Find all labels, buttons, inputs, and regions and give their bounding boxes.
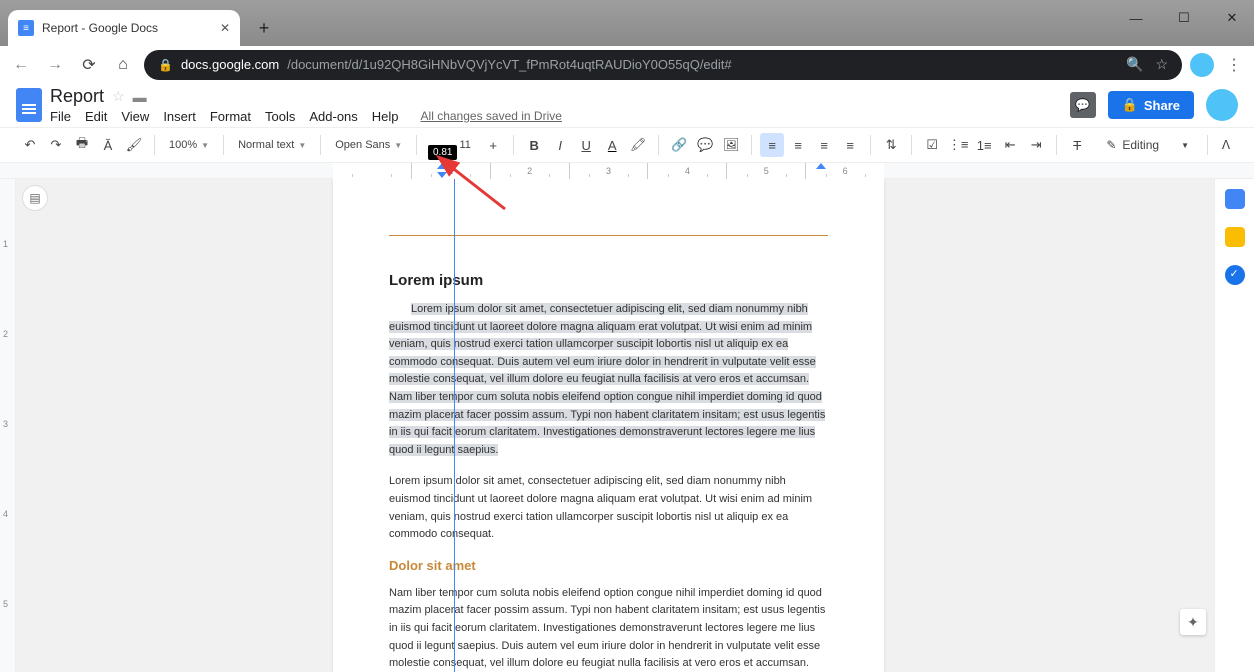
menu-edit[interactable]: Edit <box>85 109 107 124</box>
collapse-toolbar-button[interactable]: ᐱ <box>1216 135 1236 155</box>
numbered-list-button[interactable]: 1≡ <box>972 133 996 157</box>
style-dropdown[interactable]: Normal text▼ <box>232 133 312 157</box>
align-justify-button[interactable]: ≡ <box>838 133 862 157</box>
new-tab-button[interactable]: + <box>250 14 278 42</box>
menu-file[interactable]: File <box>50 109 71 124</box>
decrease-indent-button[interactable]: ⇤ <box>998 133 1022 157</box>
close-tab-icon[interactable]: ✕ <box>220 21 230 35</box>
clear-formatting-button[interactable]: T <box>1065 133 1089 157</box>
paragraph[interactable]: Nam liber tempor cum soluta nobis eleife… <box>389 585 828 672</box>
paint-format-button[interactable]: 🖌 <box>122 133 146 157</box>
profile-avatar[interactable] <box>1190 53 1214 77</box>
docs-logo-icon[interactable] <box>16 88 42 122</box>
side-panel <box>1214 179 1254 672</box>
url-domain: docs.google.com <box>181 57 279 72</box>
tasks-addon-icon[interactable] <box>1225 265 1245 285</box>
heading-1[interactable]: Lorem ipsum <box>389 272 828 289</box>
spellcheck-button[interactable]: Ă <box>96 133 120 157</box>
maximize-button[interactable]: ☐ <box>1170 8 1198 28</box>
line-spacing-button[interactable]: ⇅ <box>879 133 903 157</box>
browser-menu-button[interactable]: ⋮ <box>1222 53 1246 77</box>
horizontal-rule <box>389 235 828 236</box>
explore-button[interactable]: ✦ <box>1180 609 1206 635</box>
calendar-addon-icon[interactable] <box>1225 189 1245 209</box>
comments-button[interactable]: 💬 <box>1070 92 1096 118</box>
italic-button[interactable]: I <box>548 133 572 157</box>
keep-addon-icon[interactable] <box>1225 227 1245 247</box>
indent-tooltip: 0.81 <box>428 145 457 160</box>
align-left-button[interactable]: ≡ <box>760 133 784 157</box>
star-icon[interactable]: ☆ <box>1155 56 1168 73</box>
home-button[interactable]: ⌂ <box>110 52 136 78</box>
star-document-icon[interactable]: ☆ <box>112 88 125 105</box>
print-button[interactable]: 🖶 <box>70 133 94 157</box>
document-canvas[interactable]: Lorem ipsum Lorem ipsum dolor sit amet, … <box>16 179 1214 672</box>
document-title[interactable]: Report <box>50 86 104 107</box>
tab-title: Report - Google Docs <box>42 21 158 35</box>
first-line-indent-marker[interactable] <box>437 163 447 169</box>
checklist-button[interactable]: ☑ <box>920 133 944 157</box>
font-dropdown[interactable]: Open Sans▼ <box>329 133 408 157</box>
menu-help[interactable]: Help <box>372 109 399 124</box>
menu-addons[interactable]: Add-ons <box>309 109 357 124</box>
increase-font-button[interactable]: + <box>481 133 505 157</box>
paragraph[interactable]: Lorem ipsum dolor sit amet, consectetuer… <box>389 473 828 543</box>
close-window-button[interactable]: ✕ <box>1218 8 1246 28</box>
menu-format[interactable]: Format <box>210 109 251 124</box>
share-button[interactable]: 🔒 Share <box>1108 91 1194 119</box>
align-center-button[interactable]: ≡ <box>786 133 810 157</box>
underline-button[interactable]: U <box>574 133 598 157</box>
redo-button[interactable]: ↷ <box>44 133 68 157</box>
move-folder-icon[interactable]: ▬ <box>133 89 147 105</box>
toolbar: ↶ ↷ 🖶 Ă 🖌 100%▼ Normal text▼ Open Sans▼ … <box>0 127 1254 163</box>
url-input[interactable]: 🔒 docs.google.com/document/d/1u92QH8GiHN… <box>144 50 1182 80</box>
highlight-color-button[interactable]: 🖍 <box>626 133 650 157</box>
show-outline-button[interactable]: ▤ <box>22 185 48 211</box>
lock-icon: 🔒 <box>158 58 173 72</box>
text-color-button[interactable]: A <box>600 133 624 157</box>
align-right-button[interactable]: ≡ <box>812 133 836 157</box>
bulleted-list-button[interactable]: ⋮≡ <box>946 133 970 157</box>
left-indent-marker[interactable] <box>437 172 447 178</box>
right-indent-marker[interactable] <box>816 163 826 169</box>
lock-share-icon: 🔒 <box>1122 97 1138 113</box>
paragraph[interactable]: Lorem ipsum dolor sit amet, consectetuer… <box>389 301 828 459</box>
forward-button: → <box>42 52 68 78</box>
docs-header: Report ☆ ▬ File Edit View Insert Format … <box>0 83 1254 127</box>
horizontal-ruler[interactable]: 0.81 1 2 3 4 5 6 <box>0 163 1254 179</box>
url-path: /document/d/1u92QH8GiHNbVQVjYcVT_fPmRot4… <box>287 57 731 72</box>
save-status[interactable]: All changes saved in Drive <box>421 109 562 124</box>
docs-favicon: ≡ <box>18 20 34 36</box>
increase-indent-button[interactable]: ⇥ <box>1024 133 1048 157</box>
browser-url-bar: ← → ⟳ ⌂ 🔒 docs.google.com/document/d/1u9… <box>0 46 1254 83</box>
pencil-icon: ✎ <box>1106 138 1116 152</box>
undo-button[interactable]: ↶ <box>18 133 42 157</box>
reload-button[interactable]: ⟳ <box>76 52 102 78</box>
heading-2[interactable]: Dolor sit amet <box>389 558 828 573</box>
account-avatar[interactable] <box>1206 89 1238 121</box>
insert-image-button[interactable]: 🖼 <box>719 133 743 157</box>
vertical-ruler[interactable]: 1 2 3 4 5 <box>0 179 16 672</box>
browser-titlebar: ≡ Report - Google Docs ✕ + — ☐ ✕ <box>0 0 1254 46</box>
add-comment-button[interactable]: 💬 <box>693 133 717 157</box>
menu-view[interactable]: View <box>121 109 149 124</box>
menu-insert[interactable]: Insert <box>163 109 196 124</box>
insert-link-button[interactable]: 🔗 <box>667 133 691 157</box>
mode-dropdown[interactable]: ✎ Editing ▼ <box>1096 138 1199 152</box>
browser-tab[interactable]: ≡ Report - Google Docs ✕ <box>8 10 240 46</box>
zoom-icon[interactable]: 🔍 <box>1126 56 1143 73</box>
minimize-button[interactable]: — <box>1122 8 1150 28</box>
back-button[interactable]: ← <box>8 52 34 78</box>
document-page[interactable]: Lorem ipsum Lorem ipsum dolor sit amet, … <box>333 179 884 672</box>
zoom-dropdown[interactable]: 100%▼ <box>163 133 215 157</box>
menu-tools[interactable]: Tools <box>265 109 295 124</box>
bold-button[interactable]: B <box>522 133 546 157</box>
